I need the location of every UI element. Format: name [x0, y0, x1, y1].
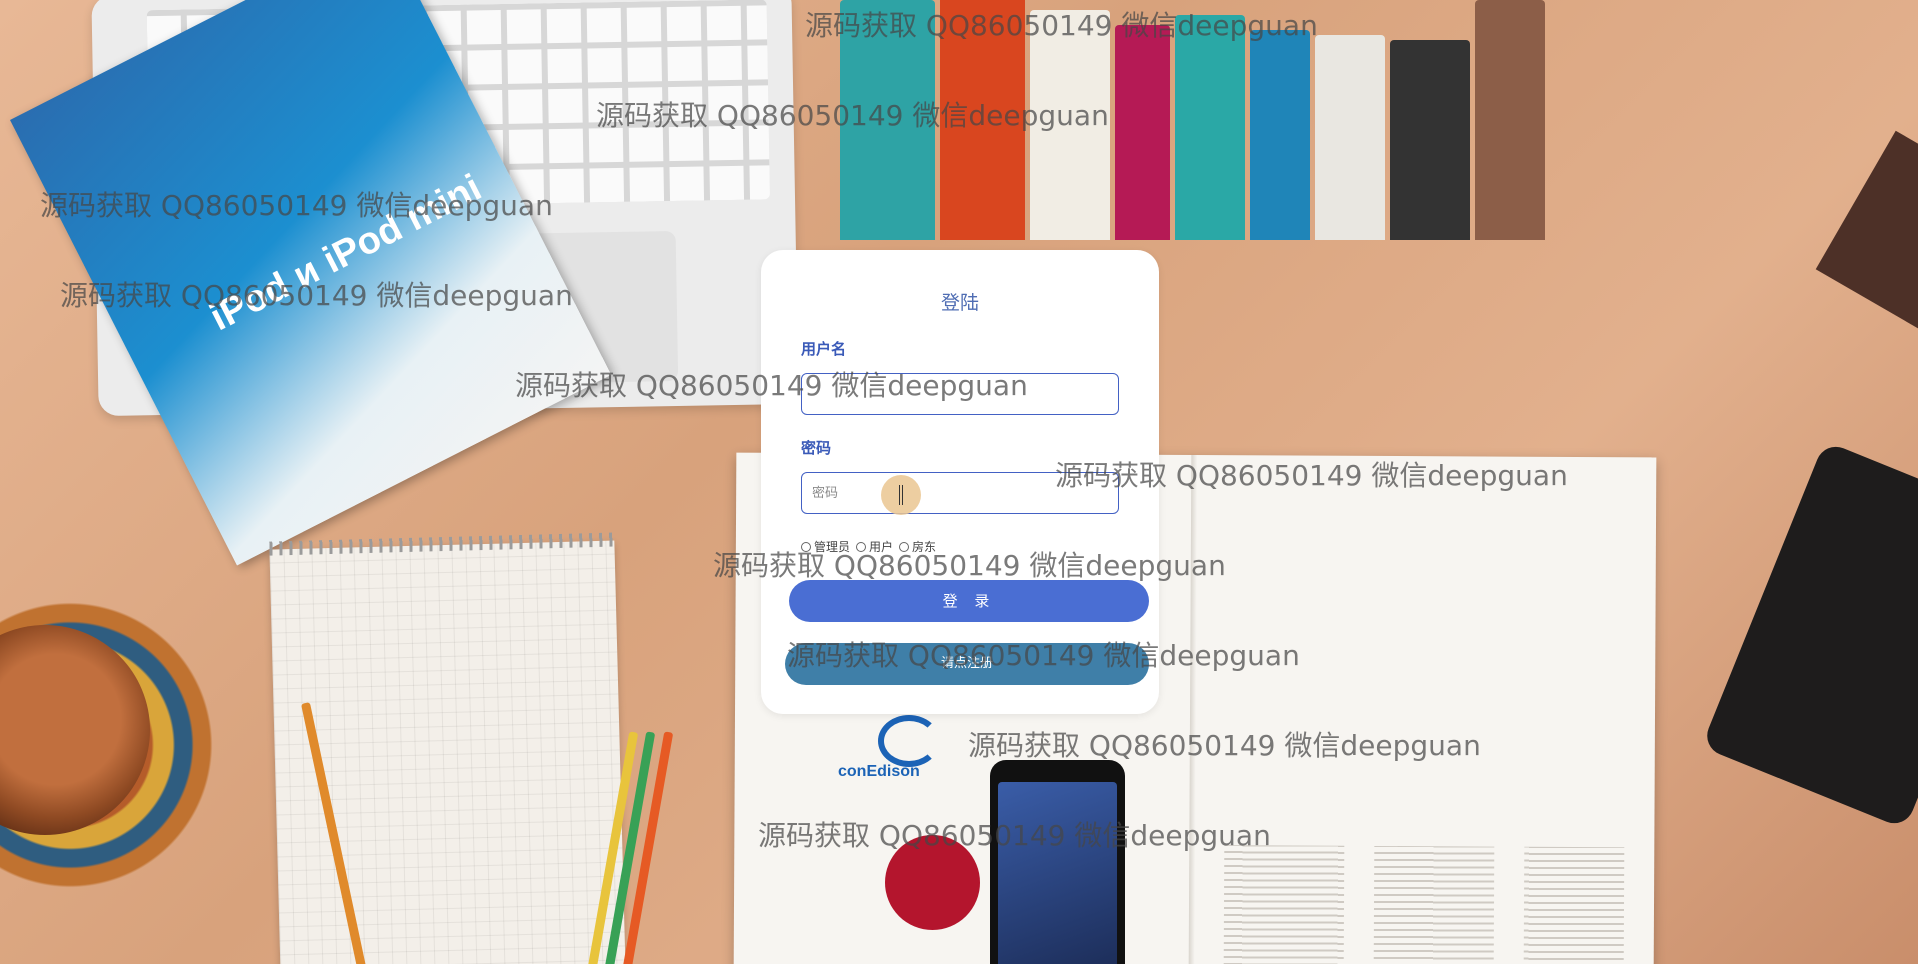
password-label: 密码 [801, 439, 832, 457]
notepad-image [269, 532, 626, 964]
role-radio-group: 管理员 用户 房东 [801, 538, 936, 555]
register-button[interactable]: 请点注册 [785, 643, 1149, 685]
role-label: 管理员 [814, 540, 851, 554]
phone-screen [998, 782, 1117, 964]
radio-circle-icon[interactable] [899, 541, 910, 552]
login-card: 登陆 用户名 密码 管理员 用户 房东 登 录 请点注册 [761, 250, 1159, 714]
password-input[interactable] [801, 472, 1119, 514]
radio-circle-icon[interactable] [856, 541, 867, 552]
lg-logo [885, 835, 980, 930]
notepad-spiral [269, 532, 615, 556]
book-spine [1188, 454, 1198, 964]
mouse-cursor-highlight [881, 475, 921, 515]
role-option-admin[interactable]: 管理员 [801, 538, 850, 555]
radio-circle-icon[interactable] [801, 541, 811, 552]
books-row-image [840, 0, 1580, 240]
role-option-landlord[interactable]: 房东 [899, 538, 936, 555]
role-label: 用户 [869, 540, 894, 554]
username-input[interactable] [801, 373, 1119, 415]
username-label: 用户名 [801, 340, 847, 358]
dark-tablet-image [1701, 440, 1918, 830]
conedison-logo: conEdison [838, 715, 960, 785]
phone-image [990, 760, 1125, 964]
dark-object [1815, 130, 1918, 350]
login-button[interactable]: 登 录 [789, 580, 1149, 622]
booklet-title: iPod и iPod mini [203, 166, 489, 340]
login-title: 登陆 [940, 292, 979, 314]
text-cursor-icon [899, 485, 903, 505]
conedison-text: conEdison [838, 763, 920, 780]
role-option-user[interactable]: 用户 [856, 538, 893, 555]
role-label: 房东 [912, 540, 937, 554]
